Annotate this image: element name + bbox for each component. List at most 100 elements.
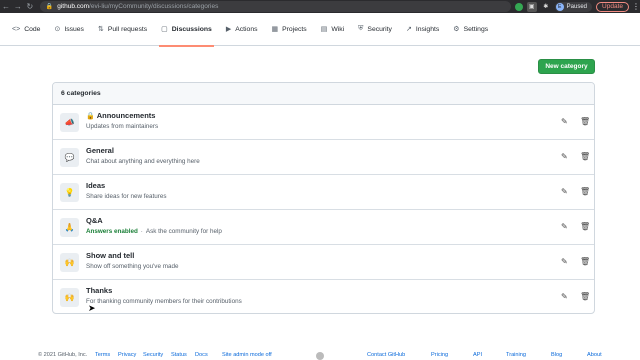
tab-settings[interactable]: ⚙ Settings (453, 13, 488, 46)
category-title-wrap[interactable]: Show and tell (86, 251, 178, 260)
category-desc-wrap: Answers enabled · Ask the community for he… (86, 228, 222, 235)
tab-label: Security (367, 25, 392, 33)
category-desc-wrap: Share ideas for new features (86, 193, 167, 200)
category-title-wrap[interactable]: Ideas (86, 181, 167, 190)
category-title: General (86, 146, 114, 155)
footer-link[interactable]: Security (143, 352, 163, 358)
answers-enabled-label: Answers enabled (86, 228, 138, 235)
pencil-icon[interactable]: ✎ (561, 222, 568, 231)
url-host: github.com (57, 3, 90, 10)
pencil-icon[interactable]: ✎ (561, 292, 568, 301)
gear-icon: ⚙ (453, 26, 460, 33)
github-logo-icon[interactable] (316, 352, 324, 360)
tab-insights[interactable]: ↗ Insights (406, 13, 439, 46)
footer-link[interactable]: Privacy (118, 352, 136, 358)
pencil-icon[interactable]: ✎ (561, 257, 568, 266)
footer-link[interactable]: API (473, 352, 482, 358)
profile-button[interactable]: E Paused (554, 1, 593, 12)
footer-link[interactable]: Training (506, 352, 526, 358)
trash-icon[interactable]: 🗑 (580, 257, 590, 266)
trash-icon[interactable]: 🗑 (580, 117, 590, 126)
footer: © 2021 GitHub, Inc. Terms Privacy Securi… (0, 350, 640, 360)
browser-chrome: ← → ↻ 🔒 github.com /evi-liu/myCommunity/… (0, 0, 640, 13)
footer-link[interactable]: Docs (195, 352, 208, 358)
category-emoji: 🙌 (60, 252, 79, 272)
url-bar[interactable]: 🔒 github.com /evi-liu/myCommunity/discus… (39, 1, 511, 12)
category-row: 💬 General Chat about anything and everythi… (53, 140, 594, 175)
categories-count: 6 categories (53, 83, 594, 105)
lock-icon: 🔒 (86, 112, 95, 120)
tab-wiki[interactable]: ▤ Wiki (321, 13, 344, 46)
pencil-icon[interactable]: ✎ (561, 117, 568, 126)
actions-icon: ▶ (225, 26, 232, 33)
category-description: For thanking community members for their… (86, 298, 242, 305)
url-path: /evi-liu/myCommunity/discussions/categor… (89, 3, 219, 10)
tab-actions[interactable]: ▶ Actions (226, 13, 258, 46)
tab-issues[interactable]: ⊙ Issues (54, 13, 84, 46)
category-description: Ask the community for help (145, 228, 222, 235)
trash-icon[interactable]: 🗑 (580, 292, 590, 301)
category-description: Chat about anything and everything here (86, 158, 200, 165)
category-desc-wrap: For thanking community members for their… (86, 298, 242, 305)
pencil-icon[interactable]: ✎ (561, 187, 568, 196)
trash-icon[interactable]: 🗑 (580, 222, 590, 231)
forward-icon[interactable]: → (12, 0, 24, 13)
category-title-wrap[interactable]: General (86, 146, 200, 155)
category-row: 🙏 Q&A Answers enabled · Ask the community fo… (53, 210, 594, 245)
category-row: 🙌 Thanks For thanking community members fo… (53, 280, 594, 313)
discussions-icon: ▢ (161, 26, 168, 33)
category-title: Ideas (86, 181, 106, 190)
pencil-icon[interactable]: ✎ (561, 152, 568, 161)
reload-icon[interactable]: ↻ (24, 0, 36, 13)
category-title: Q&A (86, 216, 103, 225)
code-icon: <> (12, 25, 21, 33)
footer-link[interactable]: Pricing (431, 352, 448, 358)
category-title-wrap[interactable]: 🔒 Announcements (86, 111, 158, 120)
wiki-icon: ▤ (320, 26, 328, 33)
category-emoji: 💡 (60, 182, 79, 202)
category-emoji: 🙌 (60, 288, 79, 307)
projects-icon: ▦ (271, 26, 279, 33)
category-title: Show and tell (86, 251, 135, 260)
tab-label: Projects (282, 25, 307, 33)
tab-label: Insights (415, 25, 440, 33)
profile-status: Paused (566, 3, 588, 10)
tab-label: Discussions (171, 25, 212, 33)
category-title: Thanks (86, 286, 113, 295)
new-category-button[interactable]: New category (538, 59, 595, 74)
categories-list: 6 categories 📣 🔒 Announcements Updates from… (52, 82, 595, 314)
issue-icon: ⊙ (54, 26, 61, 33)
category-title: Announcements (96, 111, 156, 120)
footer-link[interactable]: Blog (551, 352, 562, 358)
extension-icon[interactable]: ▣ (526, 1, 537, 12)
category-row: 📣 🔒 Announcements Updates from maintainers ✎… (53, 105, 594, 140)
category-title-wrap[interactable]: Thanks (86, 286, 242, 295)
trash-icon[interactable]: 🗑 (580, 187, 590, 196)
category-description: Updates from maintainers (86, 123, 159, 130)
tab-label: Pull requests (107, 25, 148, 33)
tab-pull-requests[interactable]: ⇅ Pull requests (98, 13, 147, 46)
lock-icon: 🔒 (45, 4, 54, 10)
category-description: Show off something you've made (86, 263, 179, 270)
tab-code[interactable]: <> Code (12, 13, 40, 46)
back-icon[interactable]: ← (0, 0, 12, 13)
footer-link[interactable]: About (587, 352, 602, 358)
footer-link[interactable]: Status (171, 352, 187, 358)
category-desc-wrap: Updates from maintainers (86, 123, 158, 130)
tab-security[interactable]: ⛨ Security (358, 13, 392, 46)
category-row: 💡 Ideas Share ideas for new features ✎ 🗑 (53, 175, 594, 210)
footer-link[interactable]: Site admin mode off (222, 352, 272, 358)
extension-icon[interactable] (514, 2, 523, 11)
puzzle-icon[interactable]: ✱ (541, 2, 551, 12)
tab-projects[interactable]: ▦ Projects (272, 13, 307, 46)
category-desc-wrap: Show off something you've made (86, 263, 178, 270)
kebab-menu-icon[interactable]: ⋮ (632, 2, 640, 11)
tab-label: Settings (463, 25, 489, 33)
category-title-wrap[interactable]: Q&A (86, 216, 222, 225)
trash-icon[interactable]: 🗑 (580, 152, 590, 161)
footer-link[interactable]: Terms (95, 352, 110, 358)
tab-discussions[interactable]: ▢ Discussions (159, 13, 214, 47)
update-button[interactable]: Update (596, 1, 629, 12)
footer-link[interactable]: Contact GitHub (367, 352, 405, 358)
footer-copyright: © 2021 GitHub, Inc. (38, 352, 88, 358)
